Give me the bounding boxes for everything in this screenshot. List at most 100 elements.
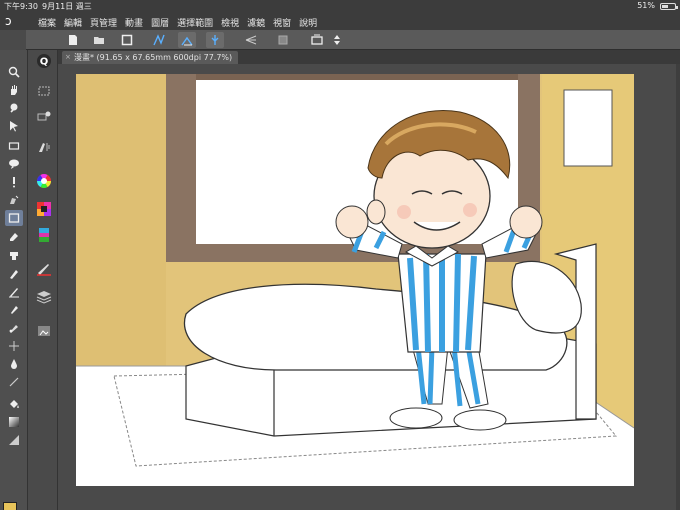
marquee-tool[interactable]: [5, 138, 23, 154]
figure-tool[interactable]: [5, 432, 23, 448]
layer-property-button[interactable]: [34, 288, 54, 306]
snap-ruler-special-button[interactable]: [178, 32, 196, 48]
pencil-tool[interactable]: [5, 284, 23, 300]
battery-percent: 51%: [637, 1, 655, 10]
gradient-tool[interactable]: [5, 414, 23, 430]
airbrush-icon: [9, 325, 18, 333]
brush-tool[interactable]: [5, 302, 23, 318]
color-set-button[interactable]: [34, 200, 54, 218]
main-color-swatch[interactable]: [3, 502, 17, 510]
status-time: 下午9:30: [4, 2, 38, 11]
shape-icon: [9, 435, 19, 445]
color-set-icon: [37, 202, 51, 216]
sub-tool-icon: [38, 86, 50, 96]
menu-file[interactable]: 檔案: [34, 16, 60, 29]
bucket-icon: [10, 400, 19, 408]
open-file-button[interactable]: [90, 32, 108, 48]
line-tool[interactable]: [5, 374, 23, 390]
menu-edit[interactable]: 編輯: [60, 16, 86, 29]
menu-window[interactable]: 視窗: [269, 16, 295, 29]
manga-illustration: [76, 74, 634, 486]
screen-button[interactable]: [308, 32, 326, 48]
drawing-canvas[interactable]: [76, 74, 634, 486]
pen-tool[interactable]: [5, 266, 23, 282]
perspective-icon: [245, 35, 257, 45]
layer-pen-icon: [37, 264, 51, 276]
stamp-icon: [10, 252, 18, 260]
document-tab[interactable]: × 漫畫* (91.65 x 67.65mm 600dpi 77.7%): [62, 51, 239, 64]
palette-bar: Q: [28, 50, 58, 510]
gradient-icon: [9, 417, 19, 427]
svg-text:Q: Q: [40, 57, 49, 68]
brush-size-icon: [39, 143, 50, 152]
rotate-stepper[interactable]: [328, 32, 346, 48]
close-tab-icon[interactable]: ×: [65, 51, 71, 64]
app-logo-icon[interactable]: ↄ: [5, 14, 12, 28]
zoom-tool[interactable]: [5, 64, 23, 80]
line-icon: [9, 377, 19, 387]
snap-ruler-icon: [153, 34, 165, 46]
menu-selection[interactable]: 選擇範圍: [173, 16, 217, 29]
pointer-icon: [10, 121, 18, 132]
snap-grid-icon: [211, 35, 219, 45]
snap-grid-button[interactable]: [206, 32, 224, 48]
snap-special-ruler-icon: [181, 36, 193, 46]
frame-icon: [8, 213, 20, 223]
navigator-button[interactable]: [34, 322, 54, 340]
new-file-button[interactable]: [64, 32, 82, 48]
snap-ruler-button[interactable]: [150, 32, 168, 48]
eraser-icon: [10, 233, 18, 241]
menu-layer[interactable]: 圖層: [147, 16, 173, 29]
text-tool[interactable]: [5, 174, 23, 190]
save-icon: [121, 34, 133, 46]
canvas-workspace[interactable]: [58, 64, 680, 510]
menu-help[interactable]: 說明: [295, 16, 321, 29]
menu-page-management[interactable]: 頁管理: [86, 16, 121, 29]
up-down-arrows-icon: [334, 35, 340, 45]
brush-size-button[interactable]: [34, 138, 54, 156]
document-tab-bar: × 漫畫* (91.65 x 67.65mm 600dpi 77.7%): [58, 50, 680, 64]
decoration-tool[interactable]: [5, 338, 23, 354]
sub-tool-palette-button[interactable]: [34, 82, 54, 100]
ruler-tool[interactable]: [5, 248, 23, 264]
q-icon: Q: [37, 54, 51, 68]
sparkle-icon: [9, 341, 19, 351]
color-slider-button[interactable]: [34, 226, 54, 244]
color-history-icon: [39, 228, 49, 242]
blend-tool[interactable]: [5, 356, 23, 372]
pencil-icon: [9, 288, 19, 298]
operation-tool[interactable]: [5, 118, 23, 134]
frame-border-tool[interactable]: [5, 210, 23, 226]
brush-icon: [11, 306, 18, 314]
toolbar-handle[interactable]: [0, 30, 26, 50]
layer-button[interactable]: [34, 260, 54, 278]
search-hand-icon: [10, 103, 18, 113]
airbrush-tool[interactable]: [5, 320, 23, 336]
command-bar: [0, 30, 680, 50]
perspective-ruler-button[interactable]: [242, 32, 260, 48]
menu-view[interactable]: 檢視: [217, 16, 243, 29]
folder-icon: [94, 37, 104, 44]
pen-icon: [10, 270, 18, 279]
save-button[interactable]: [118, 32, 136, 48]
eraser-tool[interactable]: [5, 228, 23, 244]
hand-tool[interactable]: [5, 82, 23, 98]
transform-icon: [278, 35, 288, 45]
document-tab-label: 漫畫* (91.65 x 67.65mm 600dpi 77.7%): [74, 53, 233, 62]
eyedropper-zoom-tool[interactable]: [5, 100, 23, 116]
color-wheel-icon: [37, 174, 51, 188]
lasso-tool[interactable]: [5, 156, 23, 172]
menu-animation[interactable]: 動畫: [121, 16, 147, 29]
water-drop-icon: [11, 359, 17, 369]
menu-filter[interactable]: 濾鏡: [243, 16, 269, 29]
vertical-scrollbar[interactable]: [676, 64, 680, 510]
battery-icon: [660, 3, 678, 10]
fill-tool[interactable]: [5, 396, 23, 412]
screen-icon: [311, 34, 323, 45]
color-wheel-button[interactable]: [34, 172, 54, 190]
correction-tool[interactable]: [5, 192, 23, 208]
status-date: 9月11日 週三: [42, 2, 92, 11]
transform-button[interactable]: [274, 32, 292, 48]
tool-property-button[interactable]: [34, 108, 54, 126]
quick-access-button[interactable]: Q: [34, 52, 54, 70]
